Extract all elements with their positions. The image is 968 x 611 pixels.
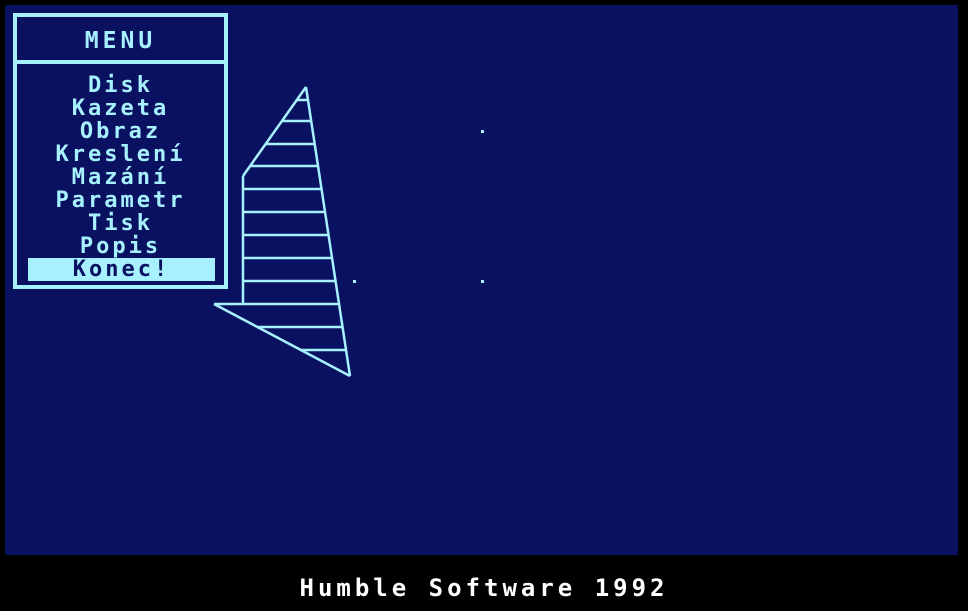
menu-item-obraz[interactable]: Obraz [17,120,224,143]
plot-point [353,280,356,283]
menu-item-disk[interactable]: Disk [17,74,224,97]
menu-item-kresleni[interactable]: Kreslení [17,143,224,166]
menu-item-konec-selected[interactable]: Konec! [28,258,215,281]
menu-title-bar: MENU [17,17,224,64]
menu-title: MENU [84,28,157,54]
main-menu: MENU Disk Kazeta Obraz Kreslení Mazání P… [13,13,228,289]
menu-item-parametr[interactable]: Parametr [17,189,224,212]
triangle-edge-bottom [213,302,351,378]
menu-item-popis[interactable]: Popis [17,235,224,258]
plot-point [481,280,484,283]
menu-items-list: Disk Kazeta Obraz Kreslení Mazání Parame… [17,74,224,281]
menu-item-kazeta[interactable]: Kazeta [17,97,224,120]
menu-item-mazani[interactable]: Mazání [17,166,224,189]
plot-point [481,130,484,133]
footer-credits: Humble Software 1992 [299,574,669,602]
triangle-edge-left-upper [241,86,308,177]
menu-item-tisk[interactable]: Tisk [17,212,224,235]
triangle-edge-right [304,86,352,377]
